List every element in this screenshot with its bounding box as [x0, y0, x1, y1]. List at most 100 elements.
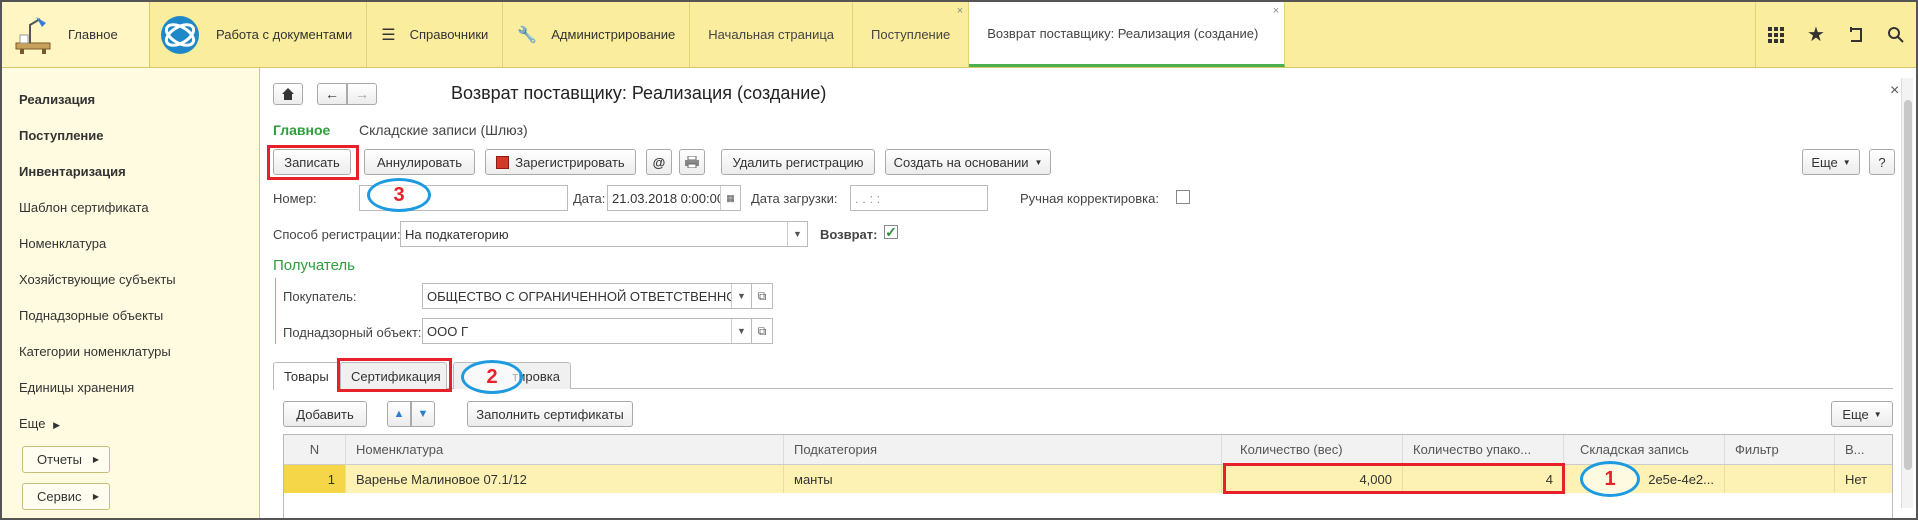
print-button[interactable] [679, 149, 705, 175]
tab-receipt-label: Поступление [871, 27, 951, 42]
sidebar-item-receipt[interactable]: Поступление [2, 118, 259, 154]
star-icon[interactable]: ★ [1796, 2, 1836, 68]
column-header-v[interactable]: В... [1835, 435, 1892, 464]
cell-subcategory[interactable]: манты [784, 465, 1222, 493]
sidebar-item-supervised-objects[interactable]: Поднадзорные объекты [2, 298, 259, 334]
form-close-icon[interactable]: × [1890, 82, 1899, 100]
reg-method-value: На подкатегорию [405, 226, 509, 242]
home-section[interactable]: Главное [2, 2, 150, 67]
open-link-icon: ⧉ [757, 288, 767, 303]
create-based-on-label: Создать на основании [893, 154, 1029, 170]
reports-button[interactable]: Отчеты ▶ [22, 446, 110, 473]
cell-nomenclature[interactable]: Варенье Малиновое 07.1/12 [346, 465, 784, 493]
home-button[interactable] [273, 83, 303, 105]
cell-v[interactable]: Нет [1835, 465, 1892, 493]
tab-start-page-label: Начальная страница [708, 27, 835, 42]
forward-button[interactable]: → [347, 83, 377, 105]
sidebar-more-label: Еще [19, 416, 46, 431]
add-button[interactable]: Добавить [283, 401, 367, 427]
sidebar-item-entities[interactable]: Хозяйствующие субъекты [2, 262, 259, 298]
sidebar-item-categories[interactable]: Категории номенклатуры [2, 334, 259, 370]
return-checkbox[interactable]: ✓ [884, 225, 898, 239]
chevron-down-icon[interactable]: ▼ [731, 319, 751, 343]
column-header-qty-pack[interactable]: Количество упако... [1403, 435, 1564, 464]
section-references[interactable]: ☰ Справочники [367, 2, 504, 67]
help-button-label: ? [1878, 154, 1886, 170]
tab-certification-label: Сертификация [351, 368, 441, 384]
table-more-button[interactable]: Еще ▼ [1831, 401, 1893, 427]
cell-filter[interactable] [1725, 465, 1835, 493]
reg-method-select[interactable]: На подкатегорию ▼ [400, 221, 808, 247]
column-header-subcategory[interactable]: Подкатегория [784, 435, 1222, 464]
top-bar-icons: ★ [1755, 2, 1916, 67]
manual-correction-checkbox[interactable] [1176, 190, 1190, 204]
back-button[interactable]: ← [317, 83, 347, 105]
more-button[interactable]: Еще ▼ [1802, 149, 1860, 175]
scrollbar-thumb[interactable] [1904, 100, 1912, 470]
email-button[interactable]: @ [646, 149, 672, 175]
calendar-icon[interactable]: ▦ [720, 186, 740, 210]
tab-return-supplier[interactable]: Возврат поставщику: Реализация (создание… [969, 2, 1286, 67]
printer-icon [685, 156, 699, 168]
open-buyer-button[interactable]: ⧉ [751, 283, 773, 309]
section-admin[interactable]: 🔧 Администрирование [503, 2, 691, 67]
table-row[interactable]: 1 Варенье Малиновое 07.1/12 манты 4,000 … [284, 465, 1892, 493]
tab-start-page[interactable]: Начальная страница [690, 2, 854, 67]
section-references-label: Справочники [409, 27, 489, 42]
arrow-left-icon: ← [325, 86, 339, 102]
save-button[interactable]: Записать [273, 149, 351, 175]
create-based-on-button[interactable]: Создать на основании ▼ [885, 149, 1051, 175]
chevron-down-icon[interactable]: ▼ [787, 222, 807, 246]
fill-certificates-button[interactable]: Заполнить сертификаты [467, 401, 633, 427]
object-field[interactable]: ООО Г ▼ [422, 318, 752, 344]
search-icon[interactable] [1876, 2, 1916, 68]
history-icon[interactable] [1836, 2, 1876, 68]
buyer-label: Покупатель: [283, 289, 357, 304]
recipient-group-line [275, 278, 276, 344]
sidebar-item-nomenclature[interactable]: Номенклатура [2, 226, 259, 262]
cell-qty-weight[interactable]: 4,000 [1222, 465, 1403, 493]
load-date-field[interactable]: . . : : [850, 185, 988, 211]
sidebar-item-sales[interactable]: Реализация [2, 82, 259, 118]
help-button[interactable]: ? [1869, 149, 1895, 175]
tab-goods[interactable]: Товары [273, 362, 340, 390]
register-button[interactable]: Зарегистрировать [485, 149, 636, 175]
app-window: Главное Работа с документами ☰ Справочни… [0, 0, 1918, 520]
tab-receipt[interactable]: Поступление × [853, 2, 970, 67]
close-icon[interactable]: × [957, 5, 963, 17]
column-header-nomenclature[interactable]: Номенклатура [346, 435, 784, 464]
sidebar-item-inventory[interactable]: Инвентаризация [2, 154, 259, 190]
close-icon[interactable]: × [1273, 5, 1279, 17]
sidebar-item-cert-template[interactable]: Шаблон сертификата [2, 190, 259, 226]
column-header-n[interactable]: N [284, 435, 346, 464]
section-documents[interactable]: Работа с документами [150, 2, 368, 67]
annul-button-label: Аннулировать [377, 154, 462, 170]
open-object-button[interactable]: ⧉ [751, 318, 773, 344]
sidebar-more[interactable]: Еще ▶ [2, 406, 259, 442]
delete-registration-button[interactable]: Удалить регистрацию [721, 149, 875, 175]
tab-certification[interactable]: Сертификация [340, 362, 447, 389]
grid-icon[interactable] [1756, 2, 1796, 68]
cell-qty-pack[interactable]: 4 [1403, 465, 1564, 493]
vertical-scrollbar[interactable] [1901, 78, 1913, 508]
move-down-button[interactable]: ▼ [411, 401, 435, 427]
table-more-label: Еще [1842, 406, 1869, 422]
load-date-value: . . : : [855, 190, 881, 206]
manual-correction-label: Ручная корректировка: [1020, 191, 1159, 206]
chevron-down-icon[interactable]: ▼ [731, 284, 751, 308]
move-up-button[interactable]: ▲ [387, 401, 411, 427]
subtab-main[interactable]: Главное [273, 122, 330, 138]
top-bar-spacer [1285, 2, 1755, 67]
arrow-right-icon: → [355, 86, 369, 102]
service-button[interactable]: Сервис ▶ [22, 483, 110, 510]
sidebar-item-storage-units[interactable]: Единицы хранения [2, 370, 259, 406]
column-header-stock-record[interactable]: Складская запись [1564, 435, 1725, 464]
subtab-stock-records[interactable]: Складские записи (Шлюз) [359, 122, 528, 138]
annul-button[interactable]: Аннулировать [364, 149, 475, 175]
column-header-qty-weight[interactable]: Количество (вес) [1222, 435, 1403, 464]
column-header-filter[interactable]: Фильтр [1725, 435, 1835, 464]
date-field[interactable]: 21.03.2018 0:00:00 ▦ [607, 185, 741, 211]
annotation-1-label: 1 [1604, 467, 1616, 490]
list-icon: ☰ [381, 26, 396, 44]
buyer-field[interactable]: ОБЩЕСТВО С ОГРАНИЧЕННОЙ ОТВЕТСТВЕННОСТЬЮ… [422, 283, 752, 309]
